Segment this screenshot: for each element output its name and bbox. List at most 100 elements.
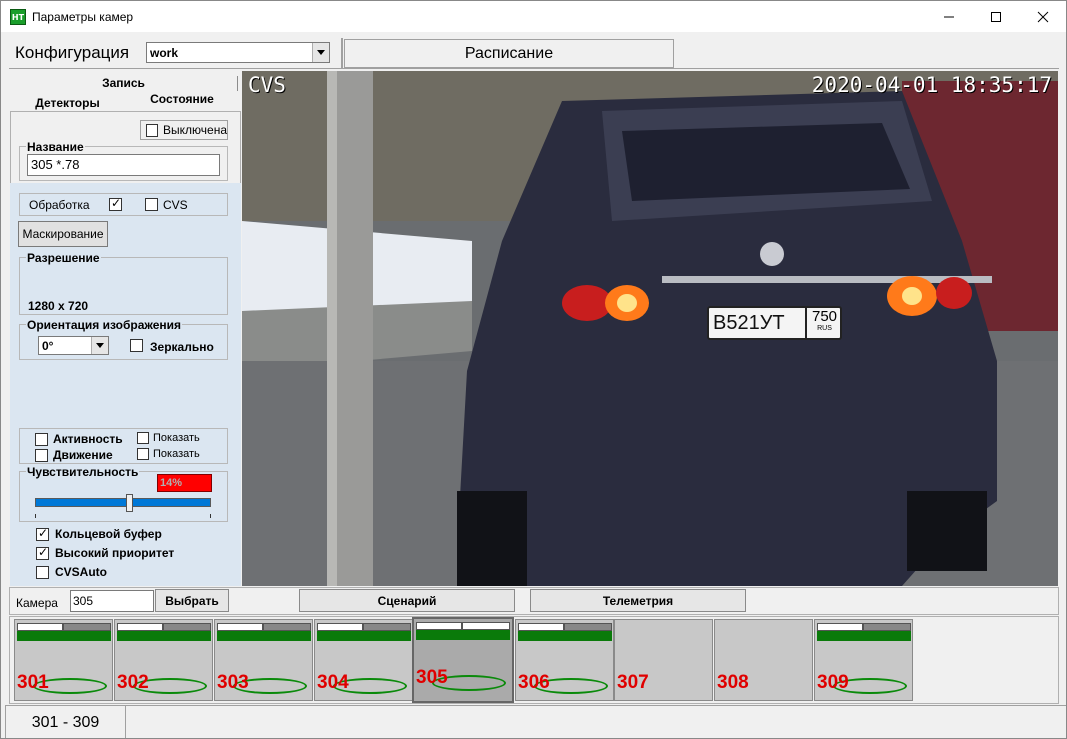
mirror-checkbox[interactable] (130, 339, 143, 352)
camera-tile-306[interactable]: 306 (515, 619, 614, 701)
show-activity-checkbox[interactable] (137, 432, 149, 445)
mirror-label: Зеркально (150, 340, 214, 354)
show-activity-row: Показать (137, 432, 200, 445)
camera-settings-window: НТ Параметры камер Конфигурация work Рас… (0, 0, 1067, 739)
slider-ticks (35, 514, 211, 518)
plate-region-code: 750 (811, 308, 838, 325)
status-bar (518, 623, 564, 631)
sensitivity-title: Чувствительность (26, 465, 140, 479)
activity-checkbox[interactable] (35, 433, 48, 447)
divider (341, 38, 343, 69)
camera-label: Камера (16, 596, 58, 610)
camera-number: 302 (117, 672, 149, 693)
motion-label: Движение (53, 448, 113, 462)
high-priority-checkbox[interactable] (36, 545, 49, 561)
processing-checkbox[interactable] (109, 196, 122, 211)
config-select[interactable]: work (146, 42, 330, 63)
tab-schedule[interactable]: Расписание (344, 39, 674, 68)
orientation-value: 0° (42, 339, 54, 353)
plate-country: RUS (817, 325, 832, 332)
cvsauto-row: CVSAuto (36, 565, 107, 580)
scenario-button[interactable]: Сценарий (299, 589, 515, 612)
tab-state[interactable]: Состояние (124, 91, 240, 111)
minimize-button[interactable] (926, 1, 972, 32)
camera-thumbnails: 301 302 303 304 305 306 307 308 309 (9, 616, 1059, 704)
camera-tile-302[interactable]: 302 (114, 619, 213, 701)
motion-checkbox[interactable] (35, 449, 48, 463)
camera-tile-309[interactable]: 309 (814, 619, 913, 701)
disabled-checkbox[interactable]: Выключена (140, 120, 228, 140)
chevron-down-icon[interactable] (312, 43, 329, 62)
cvs-checkbox[interactable] (145, 198, 158, 211)
processing-label: Обработка (29, 198, 90, 212)
show-activity-label: Показать (153, 432, 200, 444)
close-icon (1037, 11, 1049, 22)
camera-tile-303[interactable]: 303 (214, 619, 313, 701)
show-motion-row: Показать (137, 448, 200, 461)
camera-tile-305[interactable]: 305 (412, 617, 514, 703)
status-bar (63, 623, 111, 631)
sensitivity-group: Чувствительность 14% (19, 465, 228, 522)
maximize-button[interactable] (973, 1, 1019, 32)
resolution-value: 1280 x 720 (28, 299, 89, 313)
select-button[interactable]: Выбрать (155, 589, 229, 612)
status-bar (317, 623, 363, 631)
camera-number: 304 (317, 672, 349, 693)
ring-buffer-checkbox[interactable] (36, 526, 49, 542)
camera-video-frame[interactable]: CVS 2020-04-01 18:35:17 В521УТ 750 RUS (242, 71, 1058, 586)
status-bar (863, 623, 911, 631)
name-title: Название (26, 140, 85, 154)
high-priority-row: Высокий приоритет (36, 545, 174, 561)
app-icon: НТ (10, 9, 26, 25)
tab-detectors[interactable]: Детекторы (10, 93, 125, 111)
camera-scene (242, 71, 1058, 586)
processing-row: Обработка CVS (19, 193, 228, 216)
mask-button[interactable]: Маскирование (18, 221, 108, 247)
status-bar (462, 622, 510, 630)
close-button[interactable] (1020, 1, 1066, 32)
status-indicator (518, 631, 612, 641)
camera-tile-308[interactable]: 308 (714, 619, 813, 701)
status-bar (117, 623, 163, 631)
show-motion-label: Показать (153, 448, 200, 460)
name-input[interactable]: 305 *.78 (27, 154, 220, 176)
tab-camera-page[interactable]: 301 - 309 (5, 705, 126, 738)
status-bar (163, 623, 211, 631)
status-indicator (317, 631, 411, 641)
status-bar (817, 623, 863, 631)
status-indicator (416, 630, 510, 640)
cvsauto-checkbox[interactable] (36, 566, 49, 580)
plate-number: В521УТ (713, 312, 785, 334)
show-motion-checkbox[interactable] (137, 448, 149, 461)
left-tabs: Запись Детекторы Состояние (10, 73, 242, 111)
orientation-title: Ориентация изображения (26, 318, 183, 332)
camera-input[interactable]: 305 (70, 590, 154, 612)
activity-label: Активность (53, 432, 123, 446)
camera-number: 306 (518, 672, 550, 693)
chevron-down-icon[interactable] (91, 337, 108, 354)
camera-tile-304[interactable]: 304 (314, 619, 413, 701)
motion-row: Движение (35, 448, 113, 463)
disabled-label: Выключена (163, 123, 227, 137)
config-select-value: work (150, 46, 179, 60)
camera-tile-307[interactable]: 307 (614, 619, 713, 701)
sensitivity-slider-track[interactable] (35, 498, 211, 507)
camera-tile-301[interactable]: 301 (14, 619, 113, 701)
status-bar (17, 623, 63, 631)
camera-number: 301 (17, 672, 49, 693)
status-indicator (17, 631, 111, 641)
status-bar (217, 623, 263, 631)
divider (9, 68, 1059, 69)
plate-region: 750 RUS (805, 308, 842, 340)
status-bar (416, 622, 462, 630)
camera-number: 307 (617, 672, 649, 693)
camera-number: 303 (217, 672, 249, 693)
title-bar: НТ Параметры камер (1, 1, 1066, 32)
sensitivity-slider-handle[interactable] (126, 494, 133, 512)
disabled-checkbox-box[interactable] (146, 123, 159, 137)
camera-toolbar: Камера 305 Выбрать Сценарий Телеметрия (9, 587, 1059, 615)
maximize-icon (991, 11, 1001, 22)
telemetry-button[interactable]: Телеметрия (530, 589, 746, 612)
status-bar (263, 623, 311, 631)
orientation-select[interactable]: 0° (38, 336, 109, 355)
